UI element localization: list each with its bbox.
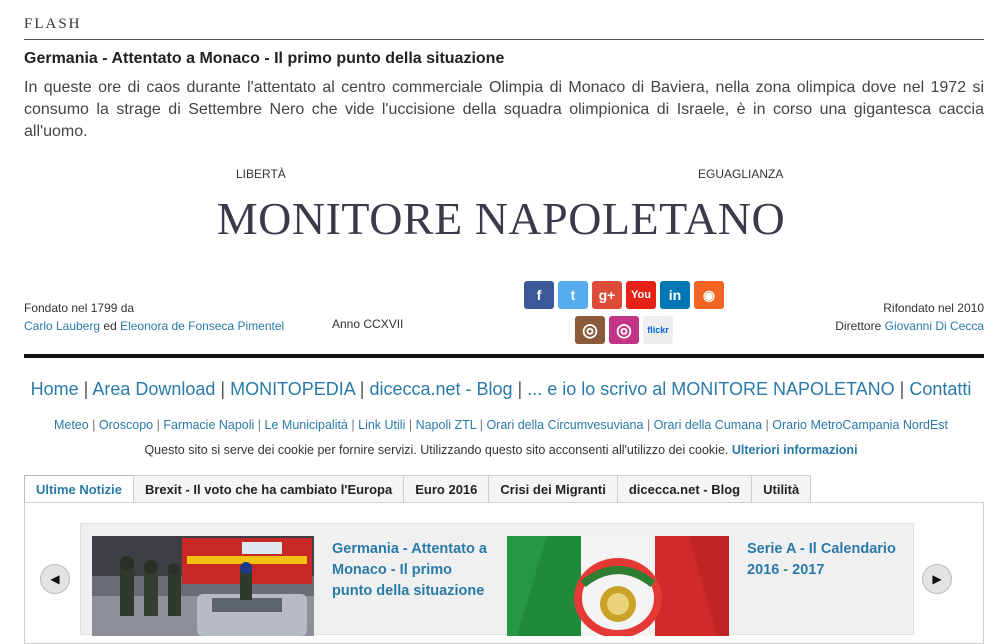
founders-line: Carlo Lauberg ed Eleonora de Fonseca Pim… — [24, 317, 284, 335]
facebook-icon[interactable]: f — [524, 281, 554, 309]
slide-2-title[interactable]: Serie A - Il Calendario 2016 - 2017 — [747, 539, 907, 581]
motto-eguaglianza: EGUAGLIANZA — [698, 167, 784, 181]
subnav-municipalita[interactable]: Le Municipalità — [265, 418, 348, 432]
tab-brexit[interactable]: Brexit - Il voto che ha cambiato l'Europ… — [132, 475, 405, 504]
cookie-more-info-link[interactable]: Ulteriori informazioni — [732, 443, 858, 457]
refounded-info: Rifondato nel 2010 Direttore Giovanni Di… — [835, 299, 984, 335]
rss-icon[interactable]: ◉ — [694, 281, 724, 309]
motto-liberta: LIBERTÀ — [236, 167, 286, 181]
slide-2-image[interactable] — [507, 536, 729, 636]
cookie-notice: Questo sito si serve dei cookie per forn… — [0, 443, 1002, 457]
director-line: Direttore Giovanni Di Cecca — [835, 317, 984, 335]
nav-scrivo-monitore[interactable]: ... e io lo scrivo al MONITORE NAPOLETAN… — [527, 379, 894, 399]
police-scene-image — [92, 536, 314, 636]
slide-1-title[interactable]: Germania - Attentato a Monaco - Il primo… — [332, 539, 492, 602]
slide-1-image[interactable] — [92, 536, 314, 636]
nav-blog[interactable]: dicecca.net - Blog — [369, 379, 512, 399]
cookie-text: Questo sito si serve dei cookie per forn… — [144, 443, 732, 457]
director-link[interactable]: Giovanni Di Cecca — [885, 319, 984, 333]
subnav-oroscopo[interactable]: Oroscopo — [99, 418, 153, 432]
subnav-farmacie[interactable]: Farmacie Napoli — [163, 418, 254, 432]
flickr-icon[interactable]: flickr — [643, 316, 673, 344]
nav-monitopedia[interactable]: MONITOPEDIA — [230, 379, 355, 399]
carousel-prev-button[interactable]: ◀ — [40, 564, 70, 594]
subnav-napoli-ztl[interactable]: Napoli ZTL — [416, 418, 477, 432]
nav-home[interactable]: Home — [31, 379, 79, 399]
subnav-metrocampania[interactable]: Orario MetroCampania NordEst — [772, 418, 948, 432]
founder-eleonora-link[interactable]: Eleonora de Fonseca Pimentel — [120, 319, 284, 333]
nav-contatti[interactable]: Contatti — [909, 379, 971, 399]
serie-a-logo-image — [507, 536, 729, 636]
anno-label: Anno CCXVII — [332, 317, 404, 331]
nav-area-download[interactable]: Area Download — [92, 379, 215, 399]
founder-separator: ed — [100, 319, 121, 333]
header-divider — [24, 354, 984, 358]
youtube-icon[interactable]: You — [626, 281, 656, 309]
subnav-meteo[interactable]: Meteo — [54, 418, 89, 432]
tab-euro-2016[interactable]: Euro 2016 — [403, 475, 490, 504]
flash-title[interactable]: Germania - Attentato a Monaco - Il primo… — [24, 50, 504, 68]
flash-body: In queste ore di caos durante l'attentat… — [24, 79, 984, 140]
masthead-title[interactable]: MONITORE NAPOLETANO — [0, 192, 1002, 245]
refounded-line: Rifondato nel 2010 — [883, 301, 984, 315]
carousel-next-button[interactable]: ▶ — [922, 564, 952, 594]
tab-ultime-notizie[interactable]: Ultime Notizie — [24, 475, 134, 504]
main-nav: Home | Area Download | MONITOPEDIA | dic… — [30, 379, 972, 399]
tab-dicecca-blog[interactable]: dicecca.net - Blog — [616, 475, 753, 504]
flash-divider — [24, 39, 984, 40]
twitter-icon[interactable]: t — [558, 281, 588, 309]
subnav-circumvesuviana[interactable]: Orari della Circumvesuviana — [486, 418, 643, 432]
news-tabs: Ultime Notizie Brexit - Il voto che ha c… — [24, 475, 812, 504]
google-plus-icon[interactable]: g+ — [592, 281, 622, 309]
founder-carlo-lauberg-link[interactable]: Carlo Lauberg — [24, 319, 100, 333]
camera-icon[interactable]: ◎ — [575, 316, 605, 344]
tab-utilita[interactable]: Utilità — [751, 475, 812, 504]
founded-line: Fondato nel 1799 da — [24, 301, 135, 315]
founded-info: Fondato nel 1799 da Carlo Lauberg ed Ele… — [24, 299, 284, 335]
subnav-link-utili[interactable]: Link Utili — [358, 418, 405, 432]
tab-crisi-migranti[interactable]: Crisi dei Migranti — [488, 475, 618, 504]
director-label: Direttore — [835, 319, 885, 333]
subnav-cumana[interactable]: Orari della Cumana — [654, 418, 762, 432]
flash-label: FLASH — [24, 16, 82, 32]
linkedin-icon[interactable]: in — [660, 281, 690, 309]
sub-nav: Meteo | Oroscopo | Farmacie Napoli | Le … — [53, 418, 949, 432]
instagram-icon[interactable]: ◎ — [609, 316, 639, 344]
